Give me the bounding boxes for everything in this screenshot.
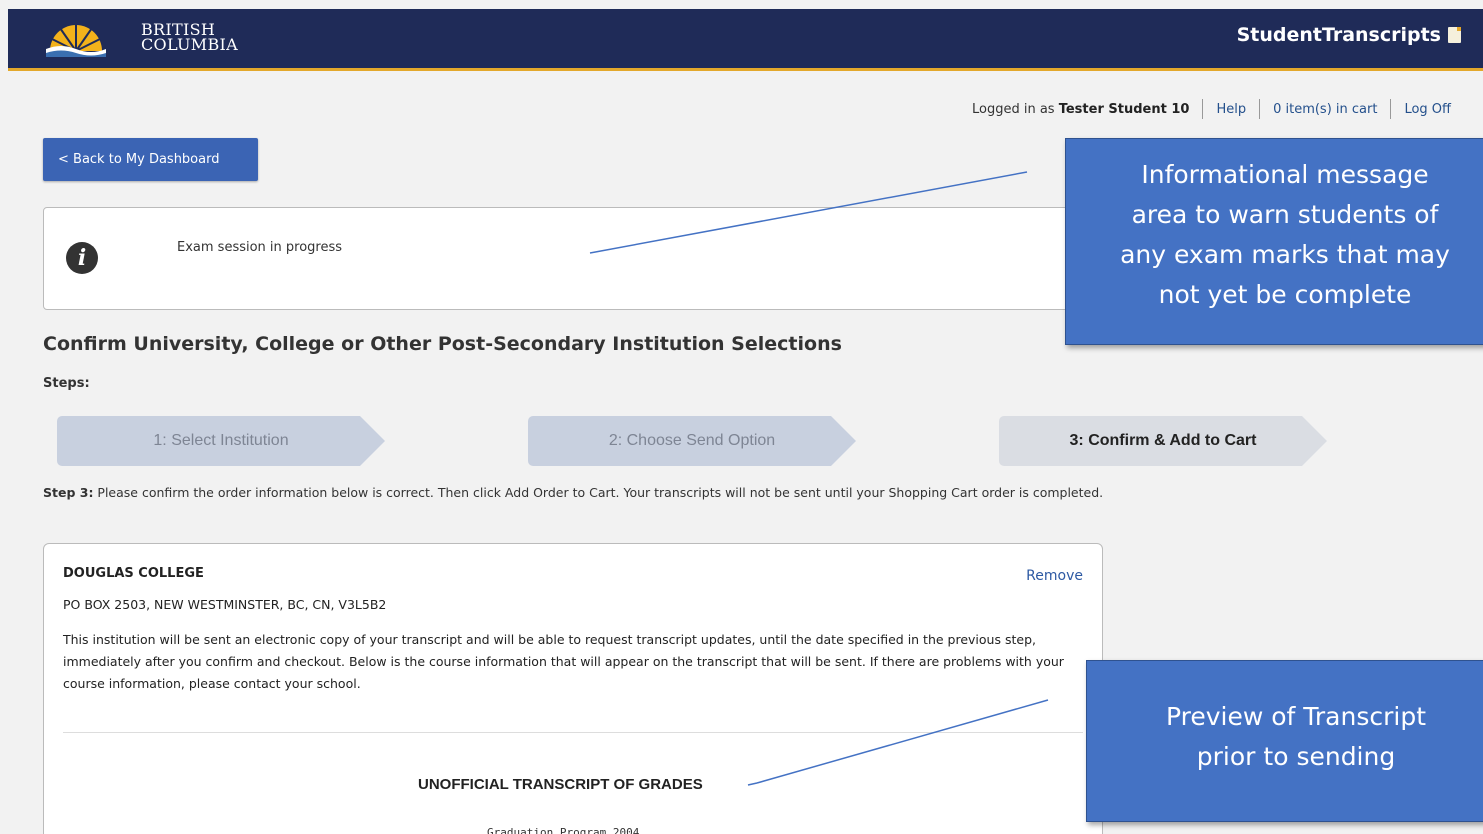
step-description-text: Please confirm the order information bel… — [93, 485, 1104, 500]
divider — [1390, 99, 1392, 119]
cart-link[interactable]: 0 item(s) in cart — [1273, 102, 1377, 117]
step-label: 3: Confirm & Add to Cart — [1069, 432, 1257, 449]
callout-info-area: Informational message area to warn stude… — [1065, 138, 1483, 345]
callout-line: prior to sending — [1196, 742, 1396, 771]
step-label: 1: Select Institution — [153, 432, 289, 449]
divider — [1202, 99, 1204, 119]
document-icon — [1448, 27, 1461, 43]
bc-sun-logo-icon — [46, 23, 106, 57]
info-message-box: i Exam session in progress — [43, 207, 1103, 310]
header-bar: BRITISH COLUMBIA StudentTranscripts — [8, 9, 1483, 71]
steps-label: Steps: — [43, 376, 90, 391]
logoff-link[interactable]: Log Off — [1404, 102, 1451, 117]
app-name: StudentTranscripts — [1236, 24, 1441, 46]
info-icon: i — [66, 242, 98, 274]
logged-in-prefix: Logged in as — [972, 101, 1055, 117]
step-description-prefix: Step 3: — [43, 485, 94, 500]
logo-line-2: COLUMBIA — [141, 35, 239, 54]
institution-description: This institution will be sent an electro… — [63, 632, 1064, 691]
callout-line: Preview of Transcript — [1165, 702, 1426, 731]
user-name: Tester Student 10 — [1058, 101, 1190, 117]
institution-name: DOUGLAS COLLEGE — [63, 566, 204, 581]
callout-line: Informational message — [1141, 160, 1429, 189]
step-description: Step 3: Please confirm the order informa… — [43, 485, 1103, 500]
logged-in-text: Logged in as Tester Student 10 — [972, 102, 1189, 117]
bc-logo[interactable]: BRITISH COLUMBIA — [46, 13, 239, 63]
remove-link[interactable]: Remove — [1026, 568, 1083, 584]
help-link[interactable]: Help — [1216, 102, 1246, 117]
divider — [1259, 99, 1261, 119]
app-brand[interactable]: StudentTranscripts — [1237, 24, 1461, 46]
callout-preview: Preview of Transcript prior to sending — [1086, 660, 1483, 822]
page-title: Confirm University, College or Other Pos… — [43, 333, 842, 355]
callout-line: any exam marks that may — [1120, 240, 1450, 269]
step-select-institution[interactable]: 1: Select Institution — [57, 416, 385, 466]
order-panel: DOUGLAS COLLEGE Remove PO BOX 2503, NEW … — [43, 543, 1103, 834]
step-confirm-add-to-cart[interactable]: 3: Confirm & Add to Cart — [999, 416, 1327, 466]
user-bar: Logged in as Tester Student 10 Help 0 it… — [972, 99, 1451, 119]
step-choose-send-option[interactable]: 2: Choose Send Option — [528, 416, 856, 466]
info-message-text: Exam session in progress — [177, 240, 343, 255]
back-to-dashboard-button[interactable]: < Back to My Dashboard — [43, 138, 258, 181]
divider — [63, 732, 1083, 733]
institution-address: PO BOX 2503, NEW WESTMINSTER, BC, CN, V3… — [63, 597, 387, 612]
logo-wordmark: BRITISH COLUMBIA — [141, 22, 239, 54]
transcript-title: UNOFFICIAL TRANSCRIPT OF GRADES — [418, 776, 703, 793]
callout-line: not yet be complete — [1158, 280, 1412, 309]
callout-line: area to warn students of — [1131, 200, 1439, 229]
transcript-program: Graduation Program 2004 — [487, 826, 640, 834]
step-label: 2: Choose Send Option — [608, 432, 776, 449]
